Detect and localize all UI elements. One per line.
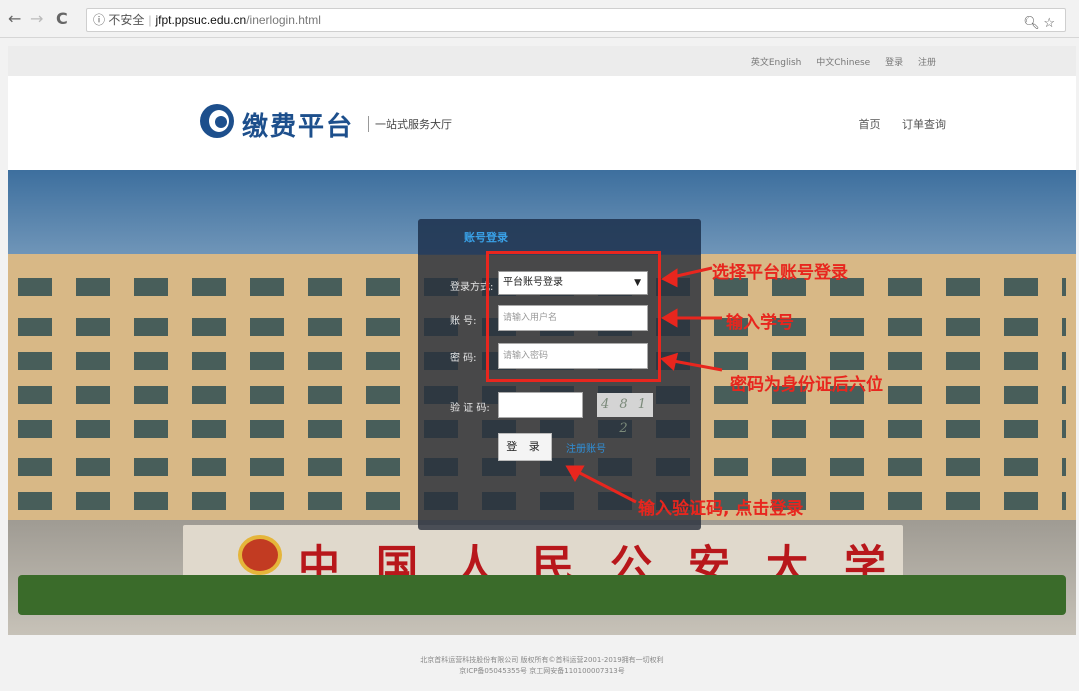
login-button[interactable]: 登 录 xyxy=(498,433,552,461)
password-label: 密 码: xyxy=(450,353,477,364)
footer-copyright: 北京首科运营科技股份有限公司 版权所有©首科运营2001-2019拥有一切权利 xyxy=(420,656,664,664)
url-separator: | xyxy=(148,13,152,27)
link-login[interactable]: 登录 xyxy=(885,58,903,68)
security-indicator[interactable]: ⓘ 不安全 xyxy=(93,13,144,27)
link-chinese[interactable]: 中文Chinese xyxy=(816,58,870,68)
url-host: jfpt.ppsuc.edu.cn xyxy=(155,13,247,27)
site-title: 缴费平台 xyxy=(242,112,355,142)
back-button[interactable]: ← xyxy=(8,9,21,28)
captcha-image[interactable]: 4 8 1 2 xyxy=(597,393,653,436)
hedge xyxy=(18,575,1066,615)
annotation-select-method: 选择平台账号登录 xyxy=(712,263,848,283)
link-english[interactable]: 英文English xyxy=(751,58,802,68)
url-actions: 🔍︎ ☆ xyxy=(1023,12,1055,34)
magnifier-icon[interactable]: 🔍︎ xyxy=(1023,15,1040,30)
nav-orders[interactable]: 订单查询 xyxy=(902,118,946,131)
police-emblem-icon xyxy=(238,535,282,575)
captcha-label: 验 证 码: xyxy=(450,403,490,414)
annotation-captcha-hint: 输入验证码, 点击登录 xyxy=(638,499,804,519)
nav-home[interactable]: 首页 xyxy=(859,118,881,131)
annotation-student-id: 输入学号 xyxy=(726,313,794,333)
address-bar[interactable]: ⓘ 不安全 | jfpt.ppsuc.edu.cn/inerlogin.html 🔍… xyxy=(86,8,1066,32)
annotation-highlight-box xyxy=(486,251,661,382)
site-subtitle: 一站式服务大厅 xyxy=(368,116,452,132)
logo-icon xyxy=(200,104,234,138)
tab-account-login[interactable]: 账号登录 xyxy=(418,219,701,255)
tab-label: 账号登录 xyxy=(464,231,508,244)
register-link[interactable]: 注册账号 xyxy=(566,440,606,455)
username-label: 账 号: xyxy=(450,316,477,327)
star-icon[interactable]: ☆ xyxy=(1043,15,1055,30)
link-register[interactable]: 注册 xyxy=(918,58,936,68)
site-header: 缴费平台 一站式服务大厅 首页 订单查询 xyxy=(8,76,1076,170)
site-footer: 北京首科运营科技股份有限公司 版权所有©首科运营2001-2019拥有一切权利 … xyxy=(8,635,1076,691)
captcha-input[interactable] xyxy=(498,392,583,418)
browser-toolbar: ← → C ⓘ 不安全 | jfpt.ppsuc.edu.cn/inerlogin.… xyxy=(0,0,1079,38)
reload-button[interactable]: C xyxy=(56,9,68,28)
top-links: 英文English 中文Chinese 登录 注册 xyxy=(739,55,936,68)
top-links-bar: 英文English 中文Chinese 登录 注册 xyxy=(8,46,1076,76)
main-nav: 首页 订单查询 xyxy=(841,116,947,132)
annotation-password-hint: 密码为身份证后六位 xyxy=(730,375,883,395)
url-path: /inerlogin.html xyxy=(246,13,321,27)
footer-icp: 京ICP备05045355号 京工网安备110100007313号 xyxy=(459,667,625,675)
forward-button[interactable]: → xyxy=(30,9,43,28)
